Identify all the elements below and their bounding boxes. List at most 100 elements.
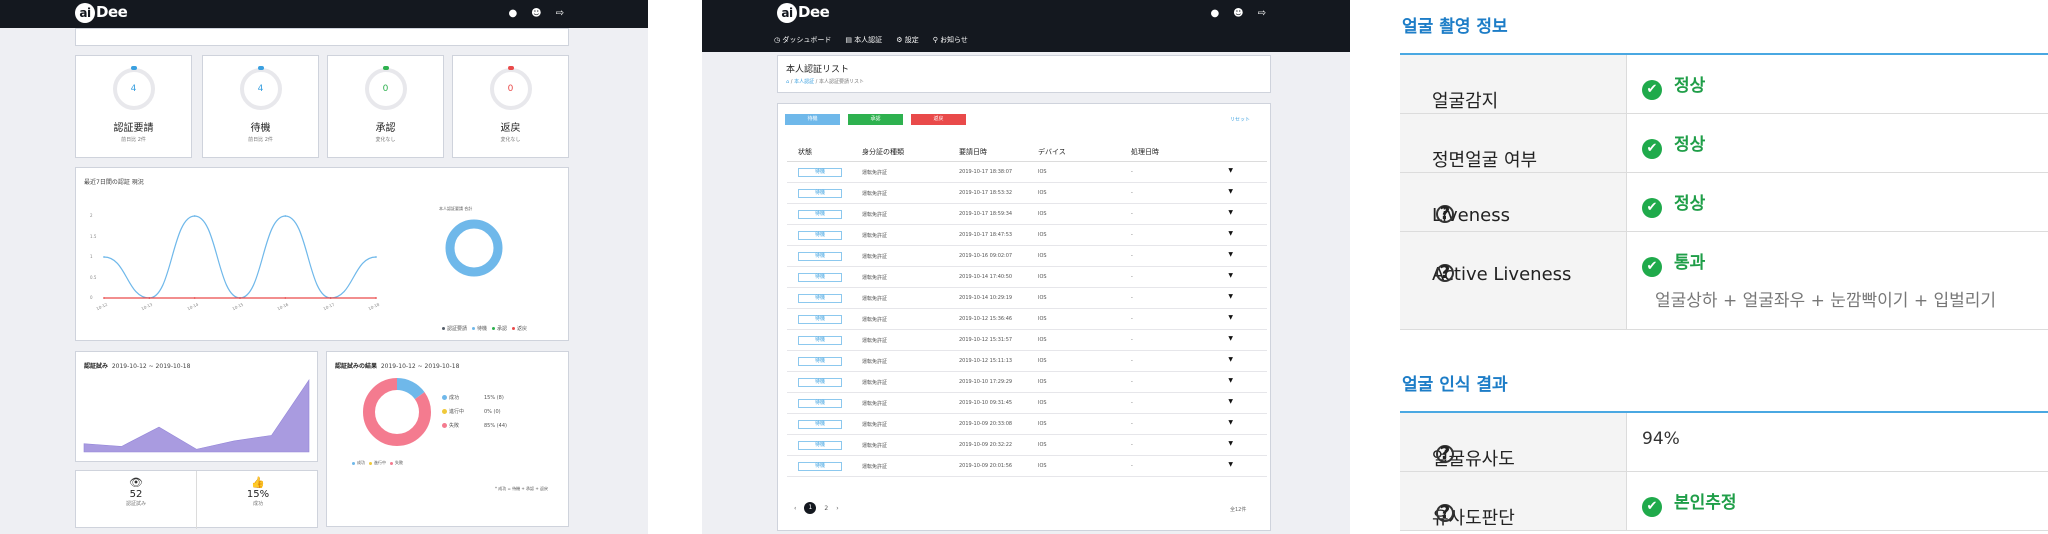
expand-icon[interactable]: ▼ <box>1228 461 1233 468</box>
prev-page-icon[interactable]: ‹ <box>794 505 796 512</box>
notification-icon[interactable]: ● <box>1210 8 1219 20</box>
user-icon[interactable]: ☻ <box>1233 8 1243 20</box>
cell-type: 運転免許証 <box>862 338 888 344</box>
nav-settings[interactable]: ⚙ 設定 <box>896 35 919 45</box>
expand-icon[interactable]: ▼ <box>1228 314 1233 321</box>
table-row[interactable]: 待機 運転免許証 2019-10-10 09:31:45 IOS - ▼ <box>787 393 1267 414</box>
data-point <box>284 215 287 217</box>
cell-device: IOS <box>1038 295 1047 301</box>
next-page-icon[interactable]: › <box>836 505 838 512</box>
cell-type: 運転免許証 <box>862 212 888 218</box>
page-1[interactable]: 1 <box>804 502 817 514</box>
cell-type: 運転免許証 <box>862 422 888 428</box>
table-row[interactable]: 待機 運転免許証 2019-10-10 17:29:29 IOS - ▼ <box>787 372 1267 393</box>
logout-icon[interactable]: ⇨ <box>1258 8 1266 20</box>
notification-icon[interactable]: ● <box>508 8 517 20</box>
page-2[interactable]: 2 <box>824 505 828 512</box>
table-row[interactable]: 待機 運転免許証 2019-10-14 17:40:50 IOS - ▼ <box>787 267 1267 288</box>
cell-type: 運転免許証 <box>862 443 888 449</box>
expand-icon[interactable]: ▼ <box>1228 440 1233 447</box>
stat-card: 4 待機 前日比 2件 <box>202 55 319 158</box>
row-label: 얼굴감지 <box>1432 91 1499 112</box>
stat-value: 4 <box>130 84 137 94</box>
nav-verification[interactable]: ▤ 本人認証 <box>845 35 882 45</box>
table-row[interactable]: 待機 運転免許証 2019-10-12 15:11:13 IOS - ▼ <box>787 351 1267 372</box>
cell-type: 運転免許証 <box>862 254 888 260</box>
expand-icon[interactable]: ▼ <box>1228 398 1233 405</box>
expand-icon[interactable]: ▼ <box>1228 293 1233 300</box>
table-row[interactable]: 待機 運転免許証 2019-10-17 18:53:32 IOS - ▼ <box>787 183 1267 204</box>
breadcrumb-verification[interactable]: 本人認証 <box>794 79 814 85</box>
expand-icon[interactable]: ▼ <box>1228 167 1233 174</box>
section-capture-info: 얼굴 촬영 정보 <box>1402 17 1508 37</box>
user-icon[interactable]: ☻ <box>531 8 541 20</box>
help-icon[interactable]: ? <box>1436 264 1454 282</box>
cell-device: IOS <box>1038 169 1047 175</box>
expand-icon[interactable]: ▼ <box>1228 251 1233 258</box>
check-icon: ✔ <box>1642 139 1662 159</box>
data-point <box>193 297 196 299</box>
pagination: ‹ 1 2 › <box>794 502 839 514</box>
cell-date: 2019-10-17 18:47:53 <box>959 232 1013 238</box>
cell-device: IOS <box>1038 358 1047 364</box>
column-header[interactable]: 身分証の種類 <box>862 147 904 157</box>
table-row[interactable]: 待機 運転免許証 2019-10-17 18:59:34 IOS - ▼ <box>787 204 1267 225</box>
expand-icon[interactable]: ▼ <box>1228 188 1233 195</box>
nav-dashboard[interactable]: ◷ ダッシュボード <box>774 35 831 45</box>
views-value: 52 <box>129 489 143 500</box>
table-row[interactable]: 待機 運転免許証 2019-10-09 20:32:22 IOS - ▼ <box>787 435 1267 456</box>
table-row[interactable]: 待機 運転免許証 2019-10-12 15:31:57 IOS - ▼ <box>787 330 1267 351</box>
cell-type: 運転免許証 <box>862 275 888 281</box>
table-row[interactable]: 待機 運転免許証 2019-10-12 15:36:46 IOS - ▼ <box>787 309 1267 330</box>
expand-icon[interactable]: ▼ <box>1228 377 1233 384</box>
cell-proc: - <box>1131 211 1133 217</box>
filter-button[interactable]: 待機 <box>785 114 840 125</box>
column-header[interactable]: デバイス <box>1038 147 1066 157</box>
help-icon[interactable]: ? <box>1436 504 1454 522</box>
expand-icon[interactable]: ▼ <box>1228 356 1233 363</box>
cell-type: 運転免許証 <box>862 170 888 176</box>
cell-type: 運転免許証 <box>862 359 888 365</box>
expand-icon[interactable]: ▼ <box>1228 230 1233 237</box>
expand-icon[interactable]: ▼ <box>1228 209 1233 216</box>
cell-proc: - <box>1131 295 1133 301</box>
column-header[interactable]: 状態 <box>798 147 812 157</box>
home-icon[interactable]: ⌂ <box>786 79 789 85</box>
cell-proc: - <box>1131 358 1133 364</box>
column-header[interactable]: 要請日時 <box>959 147 987 157</box>
cell-date: 2019-10-10 09:31:45 <box>959 400 1013 406</box>
stat-value: 0 <box>382 84 389 94</box>
stat-label: 認証要請 <box>113 123 154 134</box>
table-row[interactable]: 待機 運転免許証 2019-10-14 10:29:19 IOS - ▼ <box>787 288 1267 309</box>
table-row[interactable]: 待機 運転免許証 2019-10-17 18:38:07 IOS - ▼ <box>787 162 1267 183</box>
brand-logo[interactable]: ai Dee <box>777 3 830 23</box>
column-header[interactable]: 処理日時 <box>1131 147 1159 157</box>
data-point <box>329 297 332 299</box>
logout-icon[interactable]: ⇨ <box>556 8 564 20</box>
table-row[interactable]: 待機 運転免許証 2019-10-16 09:02:07 IOS - ▼ <box>787 246 1267 267</box>
eye-icon: 👁 <box>129 476 143 489</box>
help-icon[interactable]: ? <box>1436 445 1454 463</box>
brand-logo[interactable]: ai Dee <box>75 3 128 23</box>
y-tick-label: 2 <box>90 213 93 218</box>
table-row[interactable]: 待機 運転免許証 2019-10-09 20:33:08 IOS - ▼ <box>787 414 1267 435</box>
info-row: Active Liveness? ✔ 통과 얼굴상하 + 얼굴좌우 + 눈깜빡이기 +… <box>1400 232 2048 330</box>
nav-notices[interactable]: ⚲ お知らせ <box>933 35 968 45</box>
row-value: 정상 <box>1674 135 1706 155</box>
expand-icon[interactable]: ▼ <box>1228 419 1233 426</box>
reset-link[interactable]: リセット <box>1230 116 1250 123</box>
expand-icon[interactable]: ▼ <box>1228 272 1233 279</box>
status-badge: 待機 <box>798 399 842 408</box>
cell-proc: - <box>1131 421 1133 427</box>
filter-button[interactable]: 承認 <box>848 114 903 125</box>
help-icon[interactable]: ? <box>1436 205 1454 223</box>
cell-device: IOS <box>1038 232 1047 238</box>
info-row: 얼굴유사도? 94% <box>1400 413 2048 472</box>
row-value: 정상 <box>1674 76 1706 96</box>
rate-value: 15% <box>246 489 270 500</box>
views-label: 認証試み <box>125 501 146 507</box>
expand-icon[interactable]: ▼ <box>1228 335 1233 342</box>
table-row[interactable]: 待機 運転免許証 2019-10-09 20:01:56 IOS - ▼ <box>787 456 1267 477</box>
filter-button[interactable]: 返戻 <box>911 114 966 125</box>
table-row[interactable]: 待機 運転免許証 2019-10-17 18:47:53 IOS - ▼ <box>787 225 1267 246</box>
